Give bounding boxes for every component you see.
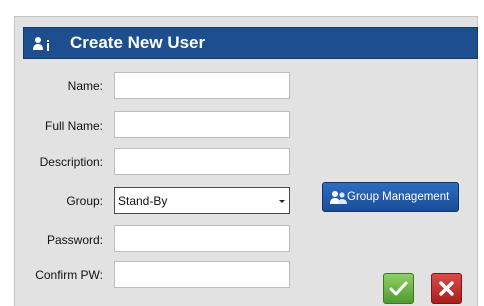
group-icon (330, 191, 347, 204)
group-management-button[interactable]: Group Management (322, 182, 459, 212)
create-user-dialog: Create New User Name: Full Name: Descrip… (14, 16, 478, 306)
name-field[interactable] (114, 72, 290, 99)
description-label: Description: (39, 155, 103, 169)
dialog-titlebar: Create New User (23, 27, 478, 59)
group-label: Group: (66, 194, 103, 208)
description-field[interactable] (114, 148, 290, 175)
confirm-pw-label: Confirm PW: (35, 268, 103, 282)
close-x-icon (439, 281, 454, 296)
checkmark-icon (389, 281, 408, 296)
password-label: Password: (46, 233, 103, 247)
confirm-pw-field[interactable] (114, 261, 290, 288)
group-select[interactable]: Stand-By (114, 187, 290, 214)
cancel-button[interactable] (431, 273, 462, 304)
user-info-icon (33, 37, 49, 51)
dialog-title: Create New User (70, 33, 206, 52)
full-name-label: Full Name: (44, 119, 103, 133)
group-management-label: Group Management (347, 191, 450, 203)
dropdown-caret-icon (279, 200, 285, 203)
full-name-field[interactable] (114, 111, 290, 138)
group-select-value: Stand-By (118, 194, 168, 208)
ok-button[interactable] (383, 273, 414, 304)
password-field[interactable] (114, 225, 290, 252)
name-label: Name: (67, 79, 103, 93)
